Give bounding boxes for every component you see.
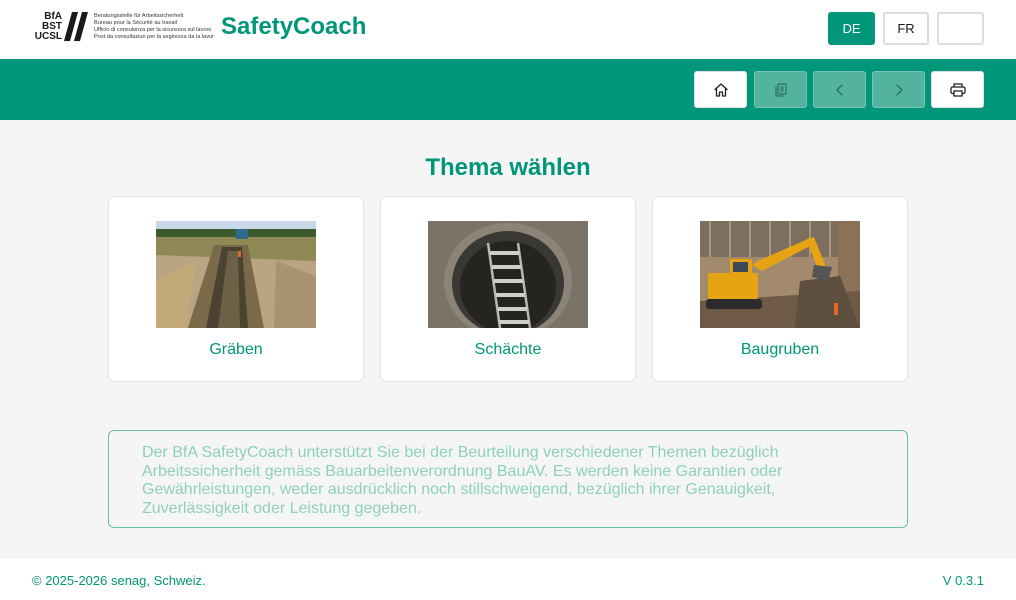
logo-slashes-icon	[64, 12, 88, 41]
excavation-pit-photo	[700, 221, 860, 328]
topic-card-graeben[interactable]: Gräben	[108, 196, 364, 382]
page-title: Thema wählen	[425, 154, 591, 181]
topic-card-schaechte[interactable]: Schächte	[380, 196, 636, 382]
page-footer: © 2025-2026 senag, Schweiz. V 0.3.1	[0, 559, 1016, 600]
home-icon	[713, 82, 728, 97]
printer-icon	[949, 82, 966, 97]
trench-photo	[156, 221, 316, 328]
topic-label-baugruben: Baugruben	[740, 341, 820, 358]
top-header: BfA BST UCSL Beratungsstelle für Arbeits…	[0, 0, 1016, 59]
bfa-logo: BfA BST UCSL Beratungsstelle für Arbeits…	[32, 12, 214, 42]
language-button-fr[interactable]: FR	[883, 12, 929, 45]
copy-button[interactable]	[754, 71, 807, 108]
copy-icon	[774, 82, 787, 97]
disclaimer-box: Der BfA SafetyCoach unterstützt Sie bei …	[108, 430, 908, 528]
home-button[interactable]	[694, 71, 747, 108]
logo-text-lines: Beratungsstelle für Arbeitssicherheit Bu…	[94, 13, 215, 40]
topic-label-schaechte: Schächte	[474, 341, 542, 358]
topic-card-baugruben[interactable]: Baugruben	[652, 196, 908, 382]
chevron-right-icon	[895, 83, 903, 96]
copyright-text: © 2025-2026 senag, Schweiz.	[32, 573, 206, 588]
previous-button[interactable]	[813, 71, 866, 108]
chevron-left-icon	[835, 83, 843, 96]
version-label: V 0.3.1	[942, 573, 984, 588]
manhole-shaft-photo	[428, 221, 588, 328]
navigation-toolbar	[0, 59, 1016, 120]
print-button[interactable]	[931, 71, 984, 108]
language-button-de[interactable]: DE	[828, 12, 875, 45]
language-button-blank[interactable]	[937, 12, 984, 45]
disclaimer-text: Der BfA SafetyCoach unterstützt Sie bei …	[142, 444, 783, 517]
app-name: SafetyCoach	[221, 13, 367, 40]
next-button[interactable]	[872, 71, 925, 108]
logo-abbreviations: BfA BST UCSL	[34, 11, 62, 42]
topic-label-graeben: Gräben	[209, 341, 263, 358]
